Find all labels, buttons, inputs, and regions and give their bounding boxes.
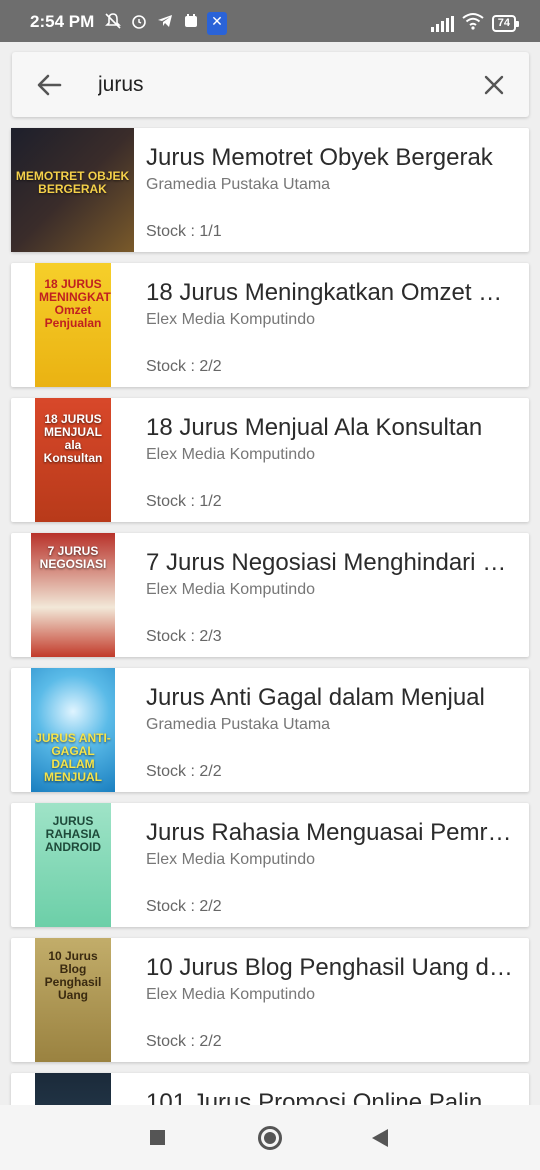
status-time: 2:54 PM bbox=[30, 12, 95, 31]
arrow-left-icon bbox=[37, 74, 62, 96]
book-card[interactable]: 18 JURUS MENJUAL ala Konsultan 18 Jurus … bbox=[11, 398, 529, 522]
book-stock: Stock : 2/2 bbox=[146, 1033, 222, 1050]
book-stock: Stock : 1/1 bbox=[146, 223, 222, 240]
cover-text: 10 Jurus Blog Penghasil Uang bbox=[44, 949, 102, 1003]
navigation-bar bbox=[0, 1105, 540, 1170]
telegram-icon bbox=[155, 12, 175, 35]
clear-search-button[interactable] bbox=[479, 70, 509, 100]
book-card[interactable]: 7 JURUS NEGOSIASI 7 Jurus Negosiasi Meng… bbox=[11, 533, 529, 657]
book-title: Jurus Rahasia Menguasai Pemrograman Andr… bbox=[146, 819, 518, 846]
search-input[interactable] bbox=[98, 68, 458, 102]
book-cover: 10 Jurus Blog Penghasil Uang bbox=[35, 938, 111, 1062]
book-title: Jurus Anti Gagal dalam Menjual bbox=[146, 684, 485, 711]
book-list: MEMOTRET OBJEK BERGERAK Jurus Memotret O… bbox=[0, 127, 540, 1105]
cover-text: 18 JURUS MENJUAL ala Konsultan bbox=[43, 411, 103, 465]
book-stock: Stock : 2/2 bbox=[146, 763, 222, 780]
book-publisher: Elex Media Komputindo bbox=[146, 986, 315, 1003]
book-publisher: Gramedia Pustaka Utama bbox=[146, 716, 331, 733]
book-stock: Stock : 1/2 bbox=[146, 493, 222, 510]
book-stock: Stock : 2/3 bbox=[146, 628, 222, 645]
cover-text: 7 JURUS NEGOSIASI bbox=[39, 544, 107, 572]
book-card[interactable]: 101 Jurus Promosi Online Paling Efektif bbox=[11, 1073, 529, 1105]
mute-icon bbox=[103, 12, 123, 35]
book-title: 10 Jurus Blog Penghasil Uang dengan Blog… bbox=[146, 954, 518, 981]
book-cover: MEMOTRET OBJEK BERGERAK bbox=[11, 128, 134, 252]
book-title: 18 Jurus Menjual Ala Konsultan bbox=[146, 414, 483, 441]
system-icons: 74 bbox=[430, 12, 520, 35]
book-cover: 7 JURUS NEGOSIASI bbox=[31, 533, 115, 657]
home-button[interactable] bbox=[258, 1126, 282, 1150]
notification-icons: ✕ bbox=[103, 12, 227, 35]
book-publisher: Elex Media Komputindo bbox=[146, 851, 315, 868]
book-title: 101 Jurus Promosi Online Paling Efektif bbox=[146, 1089, 518, 1105]
signal-icon bbox=[430, 15, 454, 32]
battery-icon: 74 bbox=[491, 15, 520, 32]
book-card[interactable]: MEMOTRET OBJEK BERGERAK Jurus Memotret O… bbox=[11, 128, 529, 252]
book-card[interactable]: 10 Jurus Blog Penghasil Uang 10 Jurus Bl… bbox=[11, 938, 529, 1062]
system-back-button[interactable] bbox=[372, 1129, 388, 1147]
book-publisher: Elex Media Komputindo bbox=[146, 311, 315, 328]
book-stock: Stock : 2/2 bbox=[146, 898, 222, 915]
book-card[interactable]: JURUS RAHASIA ANDROID Jurus Rahasia Meng… bbox=[11, 803, 529, 927]
book-title: Jurus Memotret Obyek Bergerak bbox=[146, 144, 493, 171]
book-title: 7 Jurus Negosiasi Menghindari Penolakan bbox=[146, 549, 518, 576]
book-cover bbox=[35, 1073, 111, 1105]
book-cover: 18 JURUS MENJUAL ala Konsultan bbox=[35, 398, 111, 522]
book-publisher: Elex Media Komputindo bbox=[146, 581, 315, 598]
alarm-icon bbox=[129, 12, 149, 35]
back-button[interactable] bbox=[34, 70, 64, 100]
book-cover: JURUS RAHASIA ANDROID bbox=[35, 803, 111, 927]
status-bar: 2:54 PM ✕ 74 bbox=[0, 0, 540, 42]
search-bar bbox=[12, 52, 529, 117]
book-publisher: Gramedia Pustaka Utama bbox=[146, 176, 331, 193]
book-cover: 18 JURUS MENINGKATKAN Omzet Penjualan bbox=[35, 263, 111, 387]
book-cover: JURUS ANTI-GAGAL DALAM MENJUAL bbox=[31, 668, 115, 792]
book-stock: Stock : 2/2 bbox=[146, 358, 222, 375]
book-title: 18 Jurus Meningkatkan Omzet Penjualan bbox=[146, 279, 518, 306]
cover-text: 18 JURUS MENINGKATKAN Omzet Penjualan bbox=[39, 276, 111, 330]
book-card[interactable]: JURUS ANTI-GAGAL DALAM MENJUAL Jurus Ant… bbox=[11, 668, 529, 792]
wifi-icon bbox=[462, 12, 484, 35]
cover-text: JURUS RAHASIA ANDROID bbox=[45, 814, 101, 855]
book-card[interactable]: 18 JURUS MENINGKATKAN Omzet Penjualan 18… bbox=[11, 263, 529, 387]
calendar-icon bbox=[181, 12, 201, 35]
recent-apps-button[interactable] bbox=[150, 1130, 165, 1145]
book-publisher: Elex Media Komputindo bbox=[146, 446, 315, 463]
close-icon bbox=[484, 75, 504, 95]
cover-text: JURUS ANTI-GAGAL DALAM MENJUAL bbox=[35, 731, 111, 785]
cover-text: MEMOTRET OBJEK BERGERAK bbox=[15, 169, 130, 197]
app-notification-icon: ✕ bbox=[207, 12, 227, 35]
